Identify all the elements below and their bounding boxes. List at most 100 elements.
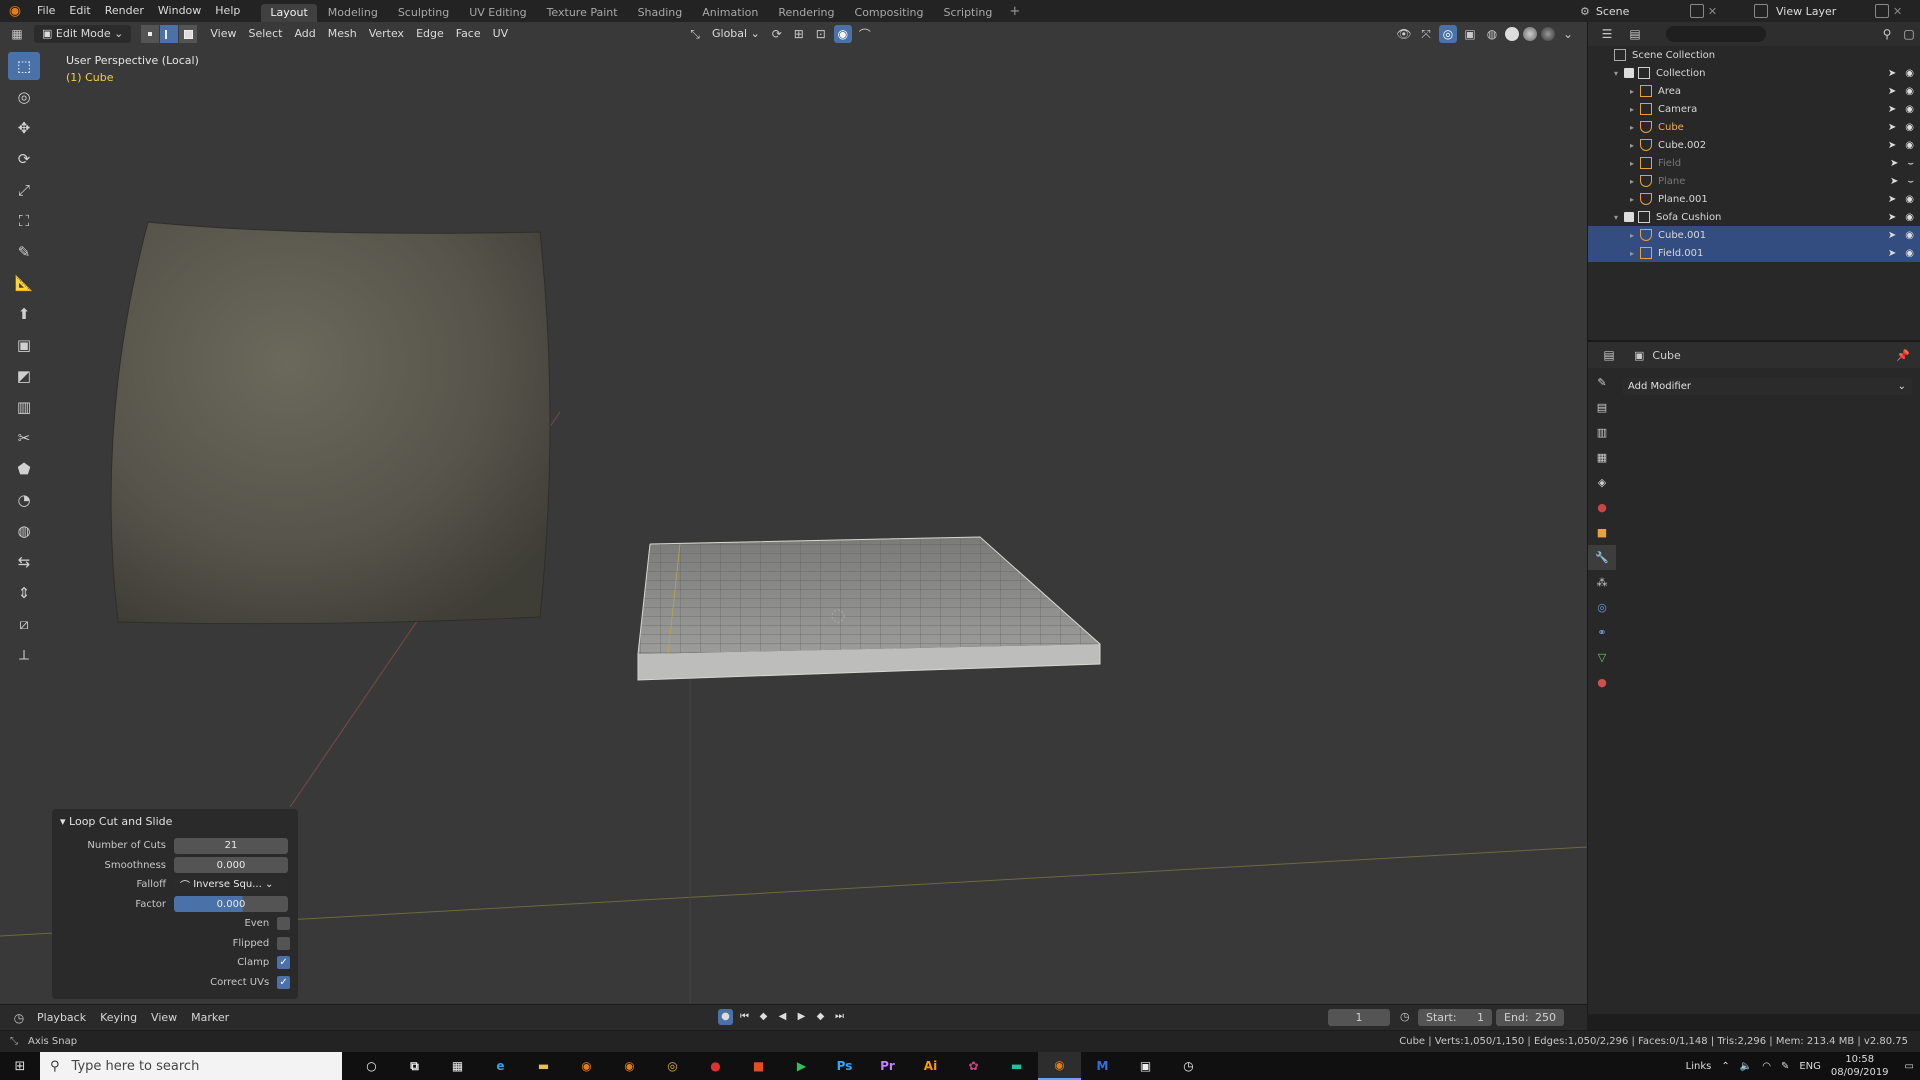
outliner-row-cube-001[interactable]: ▸ Cube.001 ➤ ◉ <box>1588 226 1920 244</box>
3d-viewport[interactable]: ▦ ▣ Edit Mode ⌄ View Select Add Mesh Vertex E… <box>0 22 1587 1014</box>
shear-icon[interactable]: ⧄ <box>8 610 40 638</box>
gizmo-icon[interactable]: ⤧ <box>1417 25 1435 43</box>
selectable-icon[interactable]: ➤ <box>1888 104 1896 115</box>
edge-slide-icon[interactable]: ⇆ <box>8 548 40 576</box>
tray-chevron-icon[interactable]: ⌃ <box>1721 1061 1729 1072</box>
selectable-icon[interactable]: ➤ <box>1888 212 1896 223</box>
loop-cut-icon[interactable]: ▥ <box>8 393 40 421</box>
outliner-row-field-001[interactable]: ▸ Field.001 ➤ ◉ <box>1588 244 1920 262</box>
knife-icon[interactable]: ✂ <box>8 424 40 452</box>
eye-icon[interactable]: ◉ <box>1905 212 1914 223</box>
outliner-row-cube-002[interactable]: ▸ Cube.002 ➤ ◉ <box>1588 136 1920 154</box>
tab-sculpting[interactable]: Sculpting <box>389 4 458 22</box>
jump-start-icon[interactable]: ⏮ <box>737 1009 752 1025</box>
spin-icon[interactable]: ◔ <box>8 486 40 514</box>
move-icon[interactable]: ✥ <box>8 114 40 142</box>
number-of-cuts-field[interactable]: 21 <box>174 837 288 854</box>
jump-end-icon[interactable]: ⏭ <box>832 1009 847 1025</box>
language-indicator[interactable]: ENG <box>1799 1061 1821 1072</box>
wireframe-shading-icon[interactable]: ◍ <box>1483 25 1501 43</box>
cortana-icon[interactable]: ○ <box>350 1052 393 1080</box>
sofa-cushion-mesh[interactable] <box>110 221 551 625</box>
poly-build-icon[interactable]: ⬟ <box>8 455 40 483</box>
tab-shading[interactable]: Shading <box>629 4 692 22</box>
eye-icon[interactable]: ◉ <box>1905 86 1914 97</box>
selectable-icon[interactable]: ➤ <box>1888 248 1896 259</box>
taskbar-search-box[interactable]: ⚲ Type here to search <box>40 1052 342 1080</box>
outliner-editor-icon[interactable]: ☰ <box>1598 25 1616 43</box>
tab-texture-paint[interactable]: Texture Paint <box>538 4 627 22</box>
rendered-shading-icon[interactable] <box>1541 27 1555 41</box>
eye-icon[interactable]: ◉ <box>1905 194 1914 205</box>
annotate-icon[interactable]: ✎ <box>8 238 40 266</box>
start-frame-field[interactable]: Start: 1 <box>1418 1009 1492 1026</box>
eye-icon[interactable]: ◉ <box>1905 122 1914 133</box>
clock-app-icon[interactable]: ◷ <box>1167 1052 1210 1080</box>
pivot-icon[interactable]: ⟳ <box>768 25 786 43</box>
visibility-icon[interactable]: 👁 <box>1395 25 1413 43</box>
expand-arrow-icon[interactable]: ▸ <box>1630 195 1640 204</box>
pen-icon[interactable]: ✎ <box>1781 1061 1789 1072</box>
eye-icon[interactable]: ◉ <box>1905 230 1914 241</box>
object-tab-icon[interactable]: ■ <box>1588 520 1616 545</box>
outliner-row-sofa-cushion[interactable]: ▾ Sofa Cushion ➤ ◉ <box>1588 208 1920 226</box>
world-tab-icon[interactable]: ● <box>1588 495 1616 520</box>
new-view-layer-icon[interactable] <box>1875 4 1889 18</box>
tool-tab-icon[interactable]: ✎ <box>1588 370 1616 395</box>
extrude-icon[interactable]: ⬆ <box>8 300 40 328</box>
file-explorer-icon[interactable]: ▬ <box>522 1052 565 1080</box>
viewport-menu-vertex[interactable]: Vertex <box>363 25 410 43</box>
selectable-icon[interactable]: ➤ <box>1888 68 1896 79</box>
notifications-icon[interactable]: ▭ <box>1905 1061 1914 1072</box>
outliner-row-camera[interactable]: ▸ Camera ➤ ◉ <box>1588 100 1920 118</box>
flipped-checkbox[interactable] <box>277 936 290 950</box>
falloff-curve-icon[interactable]: ⌒ <box>856 25 874 43</box>
outliner-search-input[interactable] <box>1666 26 1766 42</box>
eye-icon[interactable]: ◉ <box>1905 68 1914 79</box>
expand-arrow-icon[interactable]: ▸ <box>1630 141 1640 150</box>
outliner-row-area[interactable]: ▸ Area ➤ ◉ <box>1588 82 1920 100</box>
physics-tab-icon[interactable]: ◎ <box>1588 595 1616 620</box>
editor-type-icon[interactable]: ▦ <box>8 25 26 43</box>
add-modifier-dropdown[interactable]: Add Modifier ⌄ <box>1622 378 1912 395</box>
new-collection-icon[interactable]: ▢ <box>1900 25 1918 43</box>
selectable-icon[interactable]: ➤ <box>1888 194 1896 205</box>
selectable-icon[interactable]: ➤ <box>1888 140 1896 151</box>
tray-links[interactable]: Links <box>1686 1061 1712 1072</box>
end-frame-field[interactable]: End: 250 <box>1496 1009 1564 1026</box>
volume-icon[interactable]: 🔈 <box>1740 1061 1752 1072</box>
viewport-menu-mesh[interactable]: Mesh <box>322 25 363 43</box>
collapse-arrow-icon[interactable]: ▾ <box>1614 213 1624 222</box>
rotate-icon[interactable]: ⟳ <box>8 145 40 173</box>
material-tab-icon[interactable]: ● <box>1588 670 1616 695</box>
vertex-select-icon[interactable] <box>141 25 160 43</box>
new-scene-icon[interactable] <box>1689 4 1704 18</box>
scene-collection-row[interactable]: Scene Collection <box>1588 46 1920 64</box>
green-app-icon[interactable]: ▬ <box>995 1052 1038 1080</box>
scale-icon[interactable]: ⤢ <box>8 176 40 204</box>
delete-scene-icon[interactable]: ✕ <box>1708 5 1717 18</box>
measure-icon[interactable]: 📐 <box>8 269 40 297</box>
outliner-row-collection[interactable]: ▾ Collection ➤ ◉ <box>1588 64 1920 82</box>
menu-help[interactable]: Help <box>208 0 247 22</box>
menu-render[interactable]: Render <box>98 0 151 22</box>
menu-file[interactable]: File <box>30 0 62 22</box>
edge-select-icon[interactable] <box>160 25 179 43</box>
eye-icon[interactable]: ⌣ <box>1907 158 1914 169</box>
tab-compositing[interactable]: Compositing <box>846 4 933 22</box>
preview-range-icon[interactable]: ◷ <box>1400 1010 1410 1023</box>
eye-icon[interactable]: ◉ <box>1905 140 1914 151</box>
orange-app-icon[interactable]: ■ <box>737 1052 780 1080</box>
scene-selector[interactable]: ⚙ Scene ✕ <box>1580 0 1717 22</box>
windows-start-icon[interactable]: ⊞ <box>0 1052 40 1080</box>
expand-arrow-icon[interactable]: ▸ <box>1630 177 1640 186</box>
tab-scripting[interactable]: Scripting <box>934 4 1001 22</box>
calculator-icon[interactable]: ▦ <box>436 1052 479 1080</box>
selectable-icon[interactable]: ➤ <box>1888 230 1896 241</box>
transform-icon[interactable]: ⛶ <box>8 207 40 235</box>
tab-uv-editing[interactable]: UV Editing <box>460 4 535 22</box>
tab-rendering[interactable]: Rendering <box>769 4 843 22</box>
viewport-menu-view[interactable]: View <box>204 25 242 43</box>
viewport-menu-select[interactable]: Select <box>243 25 289 43</box>
cube-mesh-selected[interactable] <box>637 536 1101 681</box>
